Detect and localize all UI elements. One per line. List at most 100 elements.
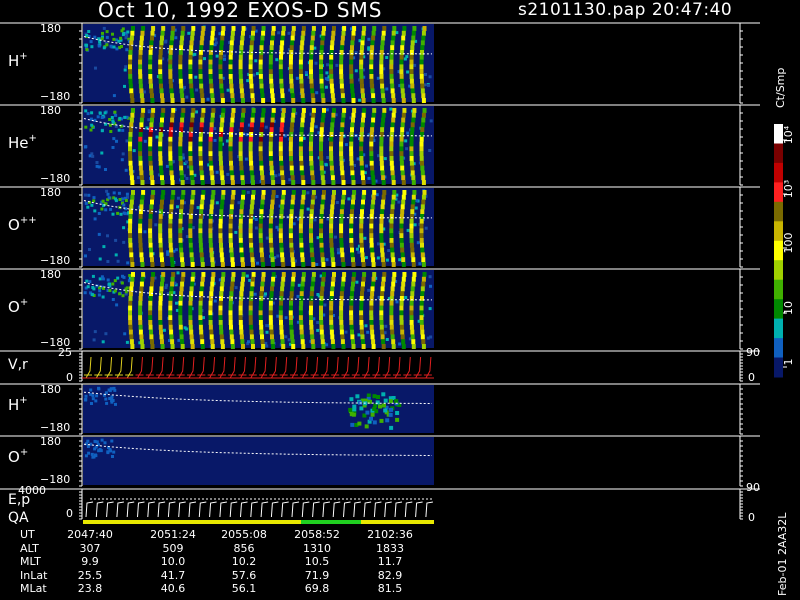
heatmap-cell <box>158 324 163 330</box>
heatmap-cell <box>281 180 286 185</box>
heatmap-cell <box>404 139 408 143</box>
heatmap-cell <box>339 228 344 234</box>
heatmap-cell <box>399 324 404 330</box>
heatmap-cell <box>269 165 274 171</box>
heatmap-cell <box>208 242 213 248</box>
orbit-value: 1310 <box>303 541 331 555</box>
heatmap-cell <box>218 310 223 316</box>
heatmap-cell <box>261 194 266 200</box>
heatmap-cell <box>178 310 183 316</box>
heatmap-cell <box>414 206 418 210</box>
heatmap-cell <box>258 54 263 60</box>
orbit-value: 856 <box>233 541 255 555</box>
heatmap-cell <box>322 272 326 277</box>
heatmap-cell <box>310 204 315 210</box>
heatmap-cell <box>93 217 97 221</box>
heatmap-cell <box>230 257 235 263</box>
heatmap-cell <box>168 223 173 229</box>
heatmap-cell <box>128 291 133 297</box>
heatmap-cell <box>210 199 215 205</box>
orbit-value: 57.6 <box>231 568 257 582</box>
heatmap-cell <box>371 344 376 349</box>
heatmap-cell <box>218 136 223 142</box>
heatmap-cell <box>218 238 223 243</box>
heatmap-cell <box>370 170 375 176</box>
heatmap-cell <box>278 305 283 311</box>
heatmap-cell <box>409 146 414 152</box>
heatmap-cell <box>319 310 323 316</box>
heatmap-cell <box>148 136 153 142</box>
heatmap-cell <box>299 165 304 171</box>
heatmap-cell <box>221 190 226 195</box>
heatmap-cell <box>281 190 286 195</box>
heatmap-cell <box>228 64 233 70</box>
heatmap-cell <box>429 119 433 123</box>
heatmap-cell <box>258 223 263 229</box>
heatmap-cell <box>279 160 284 166</box>
heatmap-cell <box>251 108 256 113</box>
heatmap-cell <box>357 250 361 254</box>
heatmap-cell <box>344 143 348 147</box>
heatmap-cell <box>390 122 395 128</box>
heatmap-cell <box>349 54 354 60</box>
heatmap-cell <box>106 260 110 263</box>
heatmap-cell <box>419 310 424 316</box>
heatmap-cell <box>360 209 364 215</box>
heatmap-cell <box>239 242 244 248</box>
heatmap-cell <box>178 305 183 311</box>
heatmap-cell <box>278 315 283 321</box>
heatmap-cell <box>249 242 254 248</box>
heatmap-cell <box>228 315 233 321</box>
heatmap-cell <box>120 29 124 33</box>
ep-label: E,p <box>8 492 30 508</box>
heatmap-cell <box>289 218 293 224</box>
heatmap-cell <box>215 54 219 58</box>
heatmap-cell <box>219 334 224 340</box>
heatmap-cell <box>335 63 339 67</box>
heatmap-cell <box>128 64 132 70</box>
heatmap-cell <box>271 112 276 118</box>
heatmap-cell <box>169 88 174 94</box>
heatmap-cell <box>239 286 244 292</box>
heatmap-cell <box>349 141 354 147</box>
heatmap-cell <box>241 108 246 113</box>
heatmap-cell <box>420 88 425 94</box>
heatmap-cell <box>308 228 313 234</box>
ion-label: H+ <box>8 51 28 70</box>
heatmap-cell <box>208 74 213 79</box>
heatmap-cell <box>270 88 274 94</box>
heatmap-cell <box>279 320 283 325</box>
heatmap-cell <box>148 160 153 166</box>
heatmap-cell <box>128 329 133 335</box>
heatmap-cell <box>339 69 344 75</box>
heatmap-cell <box>329 141 334 147</box>
heatmap-cell <box>331 276 336 282</box>
heatmap-cell <box>84 394 88 398</box>
heatmap-cell <box>381 98 386 103</box>
heatmap-cell <box>154 223 158 227</box>
heatmap-cell <box>350 329 354 335</box>
heatmap-cell <box>319 78 324 84</box>
heatmap-cell <box>369 78 374 84</box>
heatmap-cell <box>138 132 143 137</box>
heatmap-cell <box>158 78 163 84</box>
heatmap-cell <box>129 88 134 94</box>
heatmap-cell <box>268 228 273 234</box>
heatmap-cell <box>128 146 132 152</box>
heatmap-cell <box>203 57 206 61</box>
heatmap-cell <box>323 303 327 307</box>
heatmap-cell <box>400 83 405 89</box>
heatmap-cell <box>178 146 183 152</box>
heatmap-cell <box>158 69 163 75</box>
heatmap-cell <box>128 141 133 147</box>
heatmap-cell <box>261 98 266 103</box>
heatmap-cell <box>121 294 125 298</box>
heatmap-cell <box>228 233 233 239</box>
heatmap-cell <box>218 300 223 306</box>
heatmap-cell <box>340 93 345 99</box>
heatmap-cell <box>248 146 253 152</box>
heatmap-cell <box>299 132 304 137</box>
heatmap-cell <box>319 238 324 243</box>
heatmap-cell <box>406 131 410 135</box>
heatmap-cell <box>330 286 335 292</box>
